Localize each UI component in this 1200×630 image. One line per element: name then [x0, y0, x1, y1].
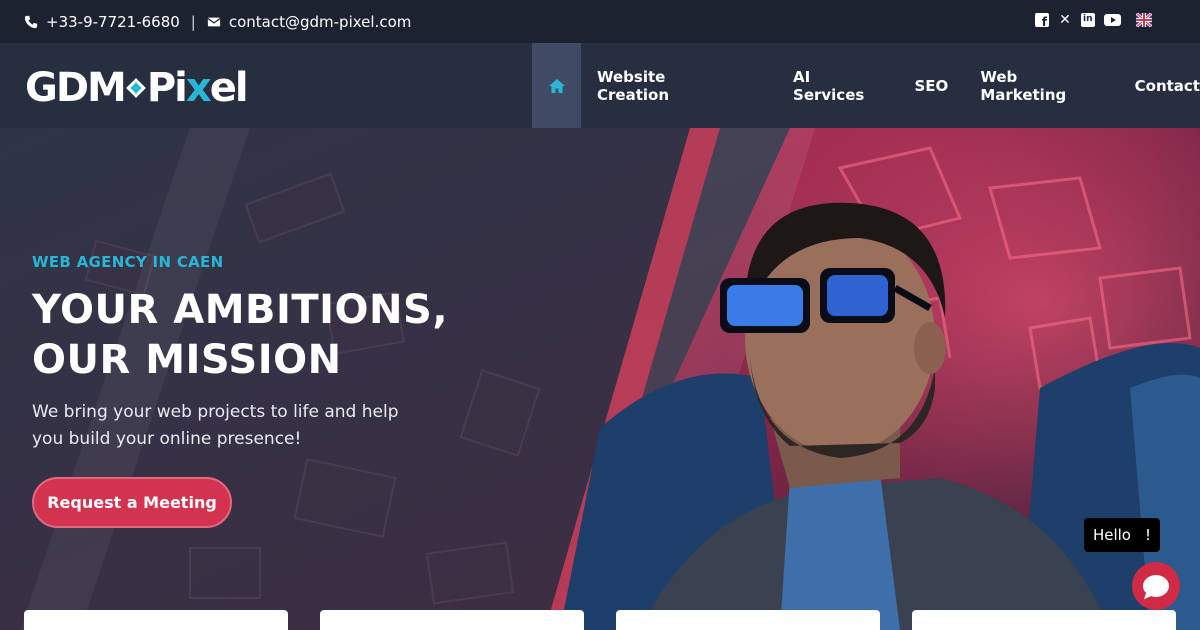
nav-home-button[interactable]: [532, 43, 581, 128]
nav-item-website-creation[interactable]: Website Creation: [597, 68, 736, 104]
logo-text-gdm: GDM: [25, 65, 127, 111]
email-address: contact@gdm-pixel.com: [228, 12, 412, 31]
feature-card[interactable]: [24, 610, 288, 630]
feature-cards-row: [0, 610, 1200, 630]
chat-bubble-icon: [1143, 575, 1169, 597]
hero-section: WEB AGENCY IN CAEN YOUR AMBITIONS, OUR M…: [0, 128, 1200, 630]
top-contact-bar: +33-9-7721-6680 | contact@gdm-pixel.com …: [0, 0, 1200, 43]
uk-flag-icon[interactable]: [1136, 13, 1152, 27]
chat-launcher-button[interactable]: [1132, 562, 1180, 610]
hero-eyebrow: WEB AGENCY IN CAEN: [32, 253, 224, 271]
nav-item-seo[interactable]: SEO: [915, 77, 949, 95]
site-logo[interactable]: GDM Pi x el: [25, 65, 249, 111]
x-icon[interactable]: ✕: [1058, 13, 1072, 27]
feature-card[interactable]: [912, 610, 1176, 630]
facebook-icon[interactable]: [1035, 13, 1049, 29]
hero-headline-line-2: OUR MISSION: [32, 337, 342, 383]
phone-icon: [24, 15, 38, 28]
logo-text-pi: Pi: [146, 65, 188, 111]
phone-number: +33-9-7721-6680: [46, 12, 180, 31]
logo-text-el: el: [209, 65, 249, 111]
chat-greeting-suffix: !: [1145, 526, 1152, 544]
chat-greeting-tooltip[interactable]: Hello !: [1084, 518, 1160, 552]
main-navigation: GDM Pi x el Website Creation AI Services S…: [0, 43, 1200, 128]
home-icon: [548, 78, 565, 93]
contact-separator: |: [190, 12, 196, 31]
logo-text-x: x: [185, 65, 212, 111]
youtube-icon[interactable]: [1104, 14, 1121, 26]
feature-card[interactable]: [320, 610, 584, 630]
nav-item-web-marketing[interactable]: Web Marketing: [980, 68, 1102, 104]
hero-headline: YOUR AMBITIONS, OUR MISSION: [32, 285, 448, 385]
logo-diamond-icon: [125, 78, 146, 98]
hero-headline-line-1: YOUR AMBITIONS,: [32, 287, 449, 333]
linkedin-icon[interactable]: [1081, 13, 1095, 27]
request-meeting-button[interactable]: Request a Meeting: [32, 477, 232, 528]
email-link[interactable]: contact@gdm-pixel.com: [207, 12, 412, 31]
hero-subtext: We bring your web projects to life and h…: [32, 402, 399, 449]
nav-item-contact[interactable]: Contact: [1135, 77, 1200, 95]
social-links: ✕: [1035, 13, 1152, 29]
nav-menu: Website Creation AI Services SEO Web Mar…: [597, 43, 1200, 128]
chat-greeting-text: Hello: [1092, 526, 1131, 544]
nav-item-ai-services[interactable]: AI Services: [793, 68, 882, 104]
phone-link[interactable]: +33-9-7721-6680: [24, 13, 180, 31]
envelope-icon: [207, 17, 221, 26]
feature-card[interactable]: [616, 610, 880, 630]
